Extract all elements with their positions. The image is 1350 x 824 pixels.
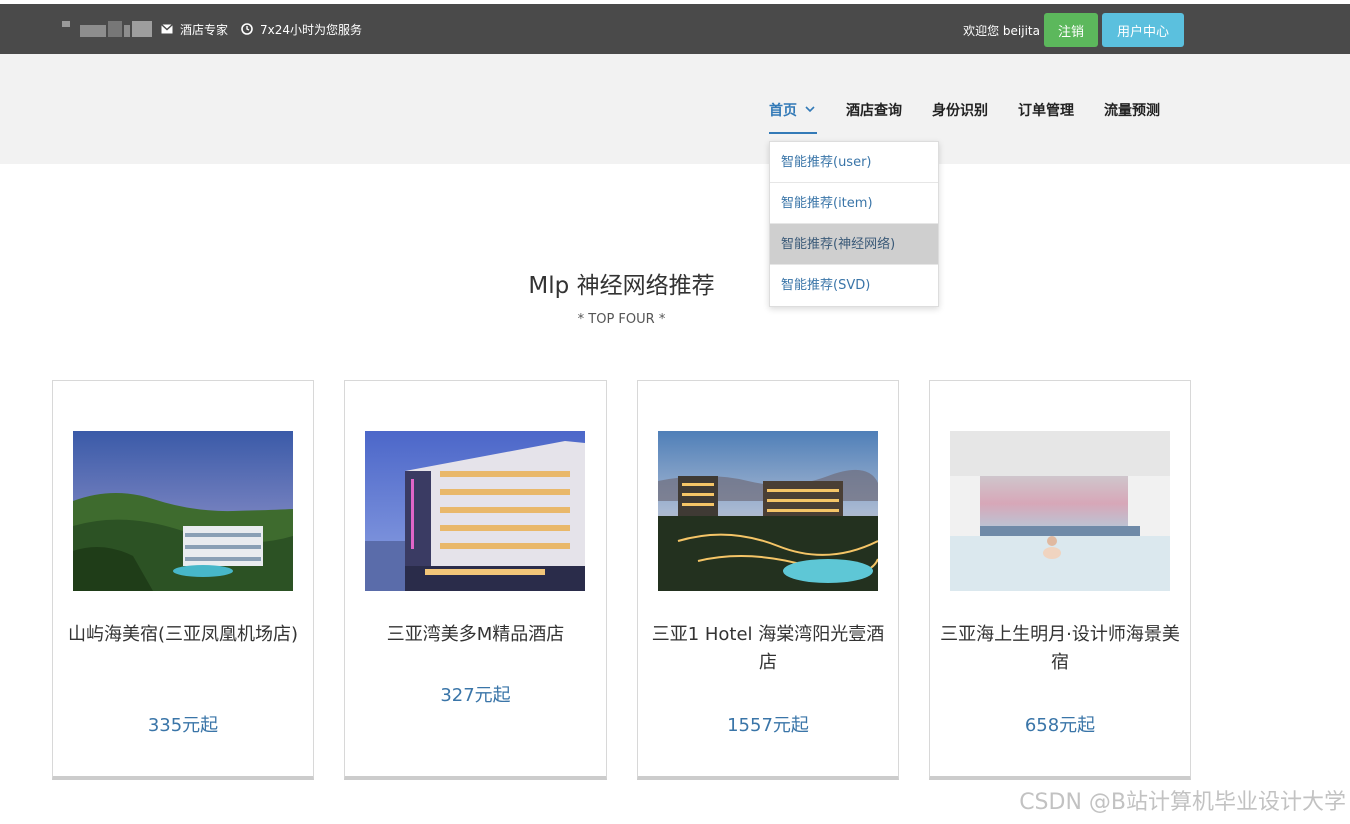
menu-item-recommend-neural[interactable]: 智能推荐(神经网络): [770, 224, 938, 265]
menu-item-recommend-svd[interactable]: 智能推荐(SVD): [770, 265, 938, 306]
nav-item-hotel-search[interactable]: 酒店查询: [846, 100, 902, 134]
contact-info: 酒店专家 7x24小时为您服务: [160, 20, 374, 38]
nav-item-home[interactable]: 首页: [769, 100, 817, 134]
hotel-card[interactable]: 山屿海美宿(三亚凤凰机场店) 335元起: [52, 380, 314, 780]
service-hours-text: 7x24小时为您服务: [260, 22, 363, 37]
main-nav: 首页 酒店查询 身份识别 订单管理 流量预测: [769, 100, 1160, 134]
nav-item-identity[interactable]: 身份识别: [932, 100, 988, 134]
hotel-price: 327元起: [440, 685, 511, 706]
hotel-card[interactable]: 三亚1 Hotel 海棠湾阳光壹酒店 1557元起: [637, 380, 899, 780]
nav-band: 首页 酒店查询 身份识别 订单管理 流量预测: [0, 54, 1350, 164]
clock-icon: [240, 22, 254, 36]
user-area: 欢迎您 beijita 注销 用户中心: [963, 13, 1184, 47]
hotel-name[interactable]: 山屿海美宿(三亚凤凰机场店): [63, 621, 303, 649]
hotel-photo[interactable]: [658, 431, 878, 591]
welcome-text: 欢迎您 beijita: [963, 23, 1040, 38]
home-dropdown-menu: 智能推荐(user) 智能推荐(item) 智能推荐(神经网络) 智能推荐(SV…: [769, 141, 939, 307]
hotel-price: 335元起: [147, 715, 219, 736]
hotel-card[interactable]: 三亚海上生明月·设计师海景美宿 658元起: [929, 380, 1191, 780]
menu-item-recommend-item[interactable]: 智能推荐(item): [770, 183, 938, 224]
watermark: CSDN @B站计算机毕业设计大学: [1019, 790, 1346, 815]
hotel-name[interactable]: 三亚1 Hotel 海棠湾阳光壹酒店: [648, 621, 888, 677]
hotel-card-list: 山屿海美宿(三亚凤凰机场店) 335元起 三亚湾美多M精品酒店 327元起 三亚…: [52, 380, 1191, 780]
hotel-photo[interactable]: [365, 431, 585, 591]
section-title: Mlp 神经网络推荐: [528, 273, 715, 299]
envelope-icon: [160, 22, 174, 36]
logout-button[interactable]: 注销: [1044, 13, 1098, 47]
chevron-down-icon: [805, 101, 815, 117]
expert-text: 酒店专家: [180, 22, 229, 37]
top-bar: 酒店专家 7x24小时为您服务 欢迎您 beijita 注销 用户中心: [0, 4, 1350, 54]
nav-item-orders[interactable]: 订单管理: [1018, 100, 1074, 134]
brand-logo-pixelated: [62, 19, 152, 37]
menu-item-recommend-user[interactable]: 智能推荐(user): [770, 142, 938, 183]
hotel-name[interactable]: 三亚湾美多M精品酒店: [355, 621, 596, 649]
hotel-price: 1557元起: [727, 715, 809, 736]
hotel-card[interactable]: 三亚湾美多M精品酒店 327元起: [344, 380, 607, 780]
nav-item-traffic-forecast[interactable]: 流量预测: [1104, 100, 1160, 134]
hotel-photo[interactable]: [950, 431, 1170, 591]
hotel-price: 658元起: [1024, 715, 1096, 736]
user-center-button[interactable]: 用户中心: [1102, 13, 1184, 47]
section-subtitle: * TOP FOUR *: [577, 312, 666, 327]
nav-home-label: 首页: [769, 103, 797, 119]
hotel-name[interactable]: 三亚海上生明月·设计师海景美宿: [940, 621, 1180, 677]
hotel-photo[interactable]: [73, 431, 293, 591]
